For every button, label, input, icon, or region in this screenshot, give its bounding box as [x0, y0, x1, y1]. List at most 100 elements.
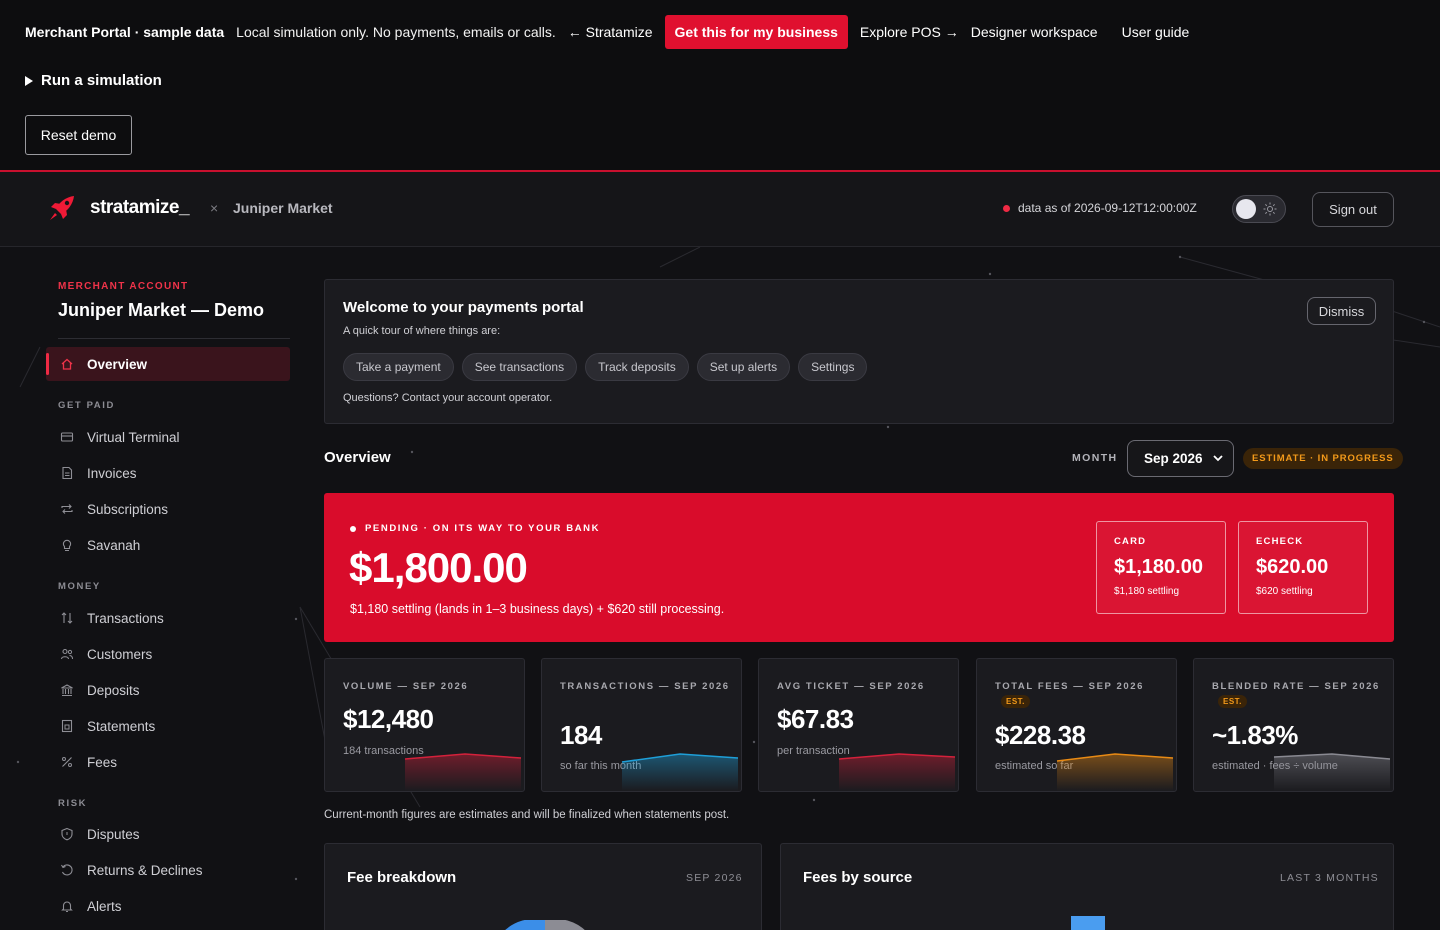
- data-as-of-text: data as of 2026-09-12T12:00:00Z: [1018, 201, 1197, 215]
- explore-pos-link[interactable]: Explore POS →: [860, 24, 959, 40]
- stat-sparkline: [1273, 753, 1391, 791]
- chip-settings[interactable]: Settings: [798, 353, 868, 381]
- echeck-split-sub: $620 settling: [1256, 586, 1313, 597]
- live-dot-icon: [1003, 204, 1010, 212]
- sidebar-item-invoices[interactable]: Invoices: [46, 456, 290, 490]
- chevron-down-icon: [1213, 455, 1223, 462]
- section-money: MONEY: [58, 581, 101, 592]
- back-to-stratamize-link[interactable]: ← Stratamize: [568, 24, 653, 40]
- chip-set-up-alerts[interactable]: Set up alerts: [696, 353, 791, 381]
- sidebar-item-label: Fees: [87, 754, 118, 770]
- stat-sparkline: [838, 753, 956, 791]
- header-separator: ×: [210, 200, 219, 216]
- stratamize-logo[interactable]: stratamize_: [48, 194, 190, 222]
- stat-label-text: BLENDED RATE — SEP 2026: [1212, 681, 1380, 692]
- active-indicator: [46, 353, 49, 375]
- demo-banner: Merchant Portal · sample data Local simu…: [0, 0, 1440, 172]
- stat-card-total-fees[interactable]: TOTAL FEES — SEP 2026 EST. $228.38 estima…: [976, 658, 1177, 792]
- welcome-subtitle: A quick tour of where things are:: [343, 325, 501, 337]
- sidebar-item-savanah[interactable]: Savanah: [46, 528, 290, 562]
- fees-by-source-bar: [1071, 916, 1105, 930]
- run-simulation-toggle[interactable]: Run a simulation: [25, 72, 162, 89]
- stat-label: BLENDED RATE — SEP 2026 EST.: [1212, 679, 1382, 709]
- echeck-split: ECHECK $620.00 $620 settling: [1238, 521, 1368, 614]
- stat-label: AVG TICKET — SEP 2026: [777, 679, 947, 694]
- estimates-footnote: Current-month figures are estimates and …: [324, 809, 730, 821]
- dismiss-button[interactable]: Dismiss: [1307, 297, 1376, 325]
- theme-toggle[interactable]: [1232, 195, 1286, 223]
- bulb-icon: [62, 539, 72, 551]
- account-divider: [58, 338, 290, 339]
- designer-workspace-link[interactable]: Designer workspace: [971, 24, 1098, 40]
- repeat-icon: [61, 504, 73, 514]
- stat-label: VOLUME — SEP 2026: [343, 679, 513, 694]
- app-header: stratamize_ × Juniper Market data as of …: [0, 172, 1440, 247]
- stat-value: $67.83: [777, 704, 854, 734]
- sidebar-item-statements[interactable]: Statements: [46, 709, 290, 743]
- sidebar-item-alerts[interactable]: Alerts: [46, 889, 290, 923]
- stat-card-transactions[interactable]: TRANSACTIONS — SEP 2026 184 so far this …: [541, 658, 742, 792]
- sidebar-item-label: Returns & Declines: [87, 862, 203, 878]
- sidebar-item-disputes[interactable]: Disputes: [46, 817, 290, 851]
- account-name: Juniper Market — Demo: [58, 300, 265, 320]
- statement-icon: [61, 719, 73, 733]
- bank-icon: [61, 684, 73, 697]
- sidebar-item-label: Customers: [87, 646, 153, 662]
- rocket-logo-icon: [50, 196, 74, 220]
- pending-hero-card: PENDING · ON ITS WAY TO YOUR BANK $1,800…: [324, 493, 1394, 642]
- sidebar-item-transactions[interactable]: Transactions: [46, 601, 290, 635]
- fees-by-source-title: Fees by source: [803, 869, 913, 886]
- sign-out-button[interactable]: Sign out: [1312, 192, 1394, 227]
- shield-icon: [61, 827, 73, 841]
- sidebar-item-returns-declines[interactable]: Returns & Declines: [46, 853, 290, 887]
- estimate-badge: ESTIMATE · IN PROGRESS: [1243, 448, 1403, 469]
- fee-breakdown-range: SEP 2026: [686, 872, 743, 884]
- section-risk: RISK: [58, 798, 88, 809]
- chip-see-transactions[interactable]: See transactions: [461, 353, 578, 381]
- sidebar-item-fees[interactable]: Fees: [46, 745, 290, 779]
- demo-note: Local simulation only. No payments, emai…: [236, 24, 556, 40]
- stat-card-blended-rate[interactable]: BLENDED RATE — SEP 2026EST. ~1.83% estim…: [1193, 658, 1394, 792]
- sidebar-item-virtual-terminal[interactable]: Virtual Terminal: [46, 420, 290, 454]
- bell-icon: [61, 901, 73, 912]
- stat-value: ~1.83%: [1212, 720, 1298, 750]
- fee-breakdown-card: Fee breakdown SEP 2026: [324, 843, 762, 930]
- percent-icon: [62, 757, 72, 767]
- pending-eyebrow-text: PENDING · ON ITS WAY TO YOUR BANK: [365, 523, 601, 534]
- logo-wordmark: stratamize_: [90, 197, 190, 218]
- fees-by-source-card: Fees by source LAST 3 MONTHS: [780, 843, 1394, 930]
- stat-card-avg-ticket[interactable]: AVG TICKET — SEP 2026 $67.83 per transac…: [758, 658, 959, 792]
- chip-track-deposits[interactable]: Track deposits: [585, 353, 689, 381]
- stat-label-text: TOTAL FEES — SEP 2026: [995, 681, 1145, 692]
- get-this-button[interactable]: Get this for my business: [664, 15, 848, 49]
- month-label: MONTH: [1072, 452, 1118, 464]
- sidebar-item-label: Deposits: [87, 682, 140, 698]
- fees-by-source-range: LAST 3 MONTHS: [1280, 872, 1379, 884]
- user-guide-link[interactable]: User guide: [1122, 24, 1190, 40]
- document-icon: [62, 466, 73, 480]
- sidebar-item-customers[interactable]: Customers: [46, 637, 290, 671]
- welcome-questions: Questions? Contact your account operator…: [343, 392, 553, 404]
- sidebar-item-label: Disputes: [87, 826, 140, 842]
- card-split-value: $1,180.00: [1114, 556, 1203, 578]
- sidebar-item-deposits[interactable]: Deposits: [46, 673, 290, 707]
- month-value: Sep 2026: [1144, 451, 1203, 466]
- sidebar-item-overview[interactable]: Overview: [46, 347, 290, 381]
- pending-description: $1,180 settling (lands in 1–3 business d…: [350, 602, 725, 616]
- sidebar-item-subscriptions[interactable]: Subscriptions: [46, 492, 290, 526]
- stat-value: $12,480: [343, 704, 434, 734]
- pending-eyebrow: PENDING · ON ITS WAY TO YOUR BANK: [350, 523, 600, 534]
- chip-take-payment[interactable]: Take a payment: [343, 353, 454, 381]
- month-select[interactable]: Sep 2026: [1127, 440, 1234, 477]
- data-as-of-indicator: data as of 2026-09-12T12:00:00Z: [1003, 201, 1197, 215]
- stat-label: TOTAL FEES — SEP 2026 EST.: [995, 679, 1165, 709]
- quick-links: Take a payment See transactions Track de…: [343, 353, 875, 381]
- reset-demo-button[interactable]: Reset demo: [25, 115, 132, 155]
- sidebar-item-label: Savanah: [87, 537, 141, 553]
- stat-label-text: AVG TICKET — SEP 2026: [777, 681, 925, 692]
- sidebar-item-label: Transactions: [87, 610, 164, 626]
- card-icon: [60, 432, 74, 442]
- section-get-paid: GET PAID: [58, 400, 115, 411]
- stat-card-volume[interactable]: VOLUME — SEP 2026 $12,480 184 transactio…: [324, 658, 525, 792]
- welcome-title: Welcome to your payments portal: [343, 299, 584, 316]
